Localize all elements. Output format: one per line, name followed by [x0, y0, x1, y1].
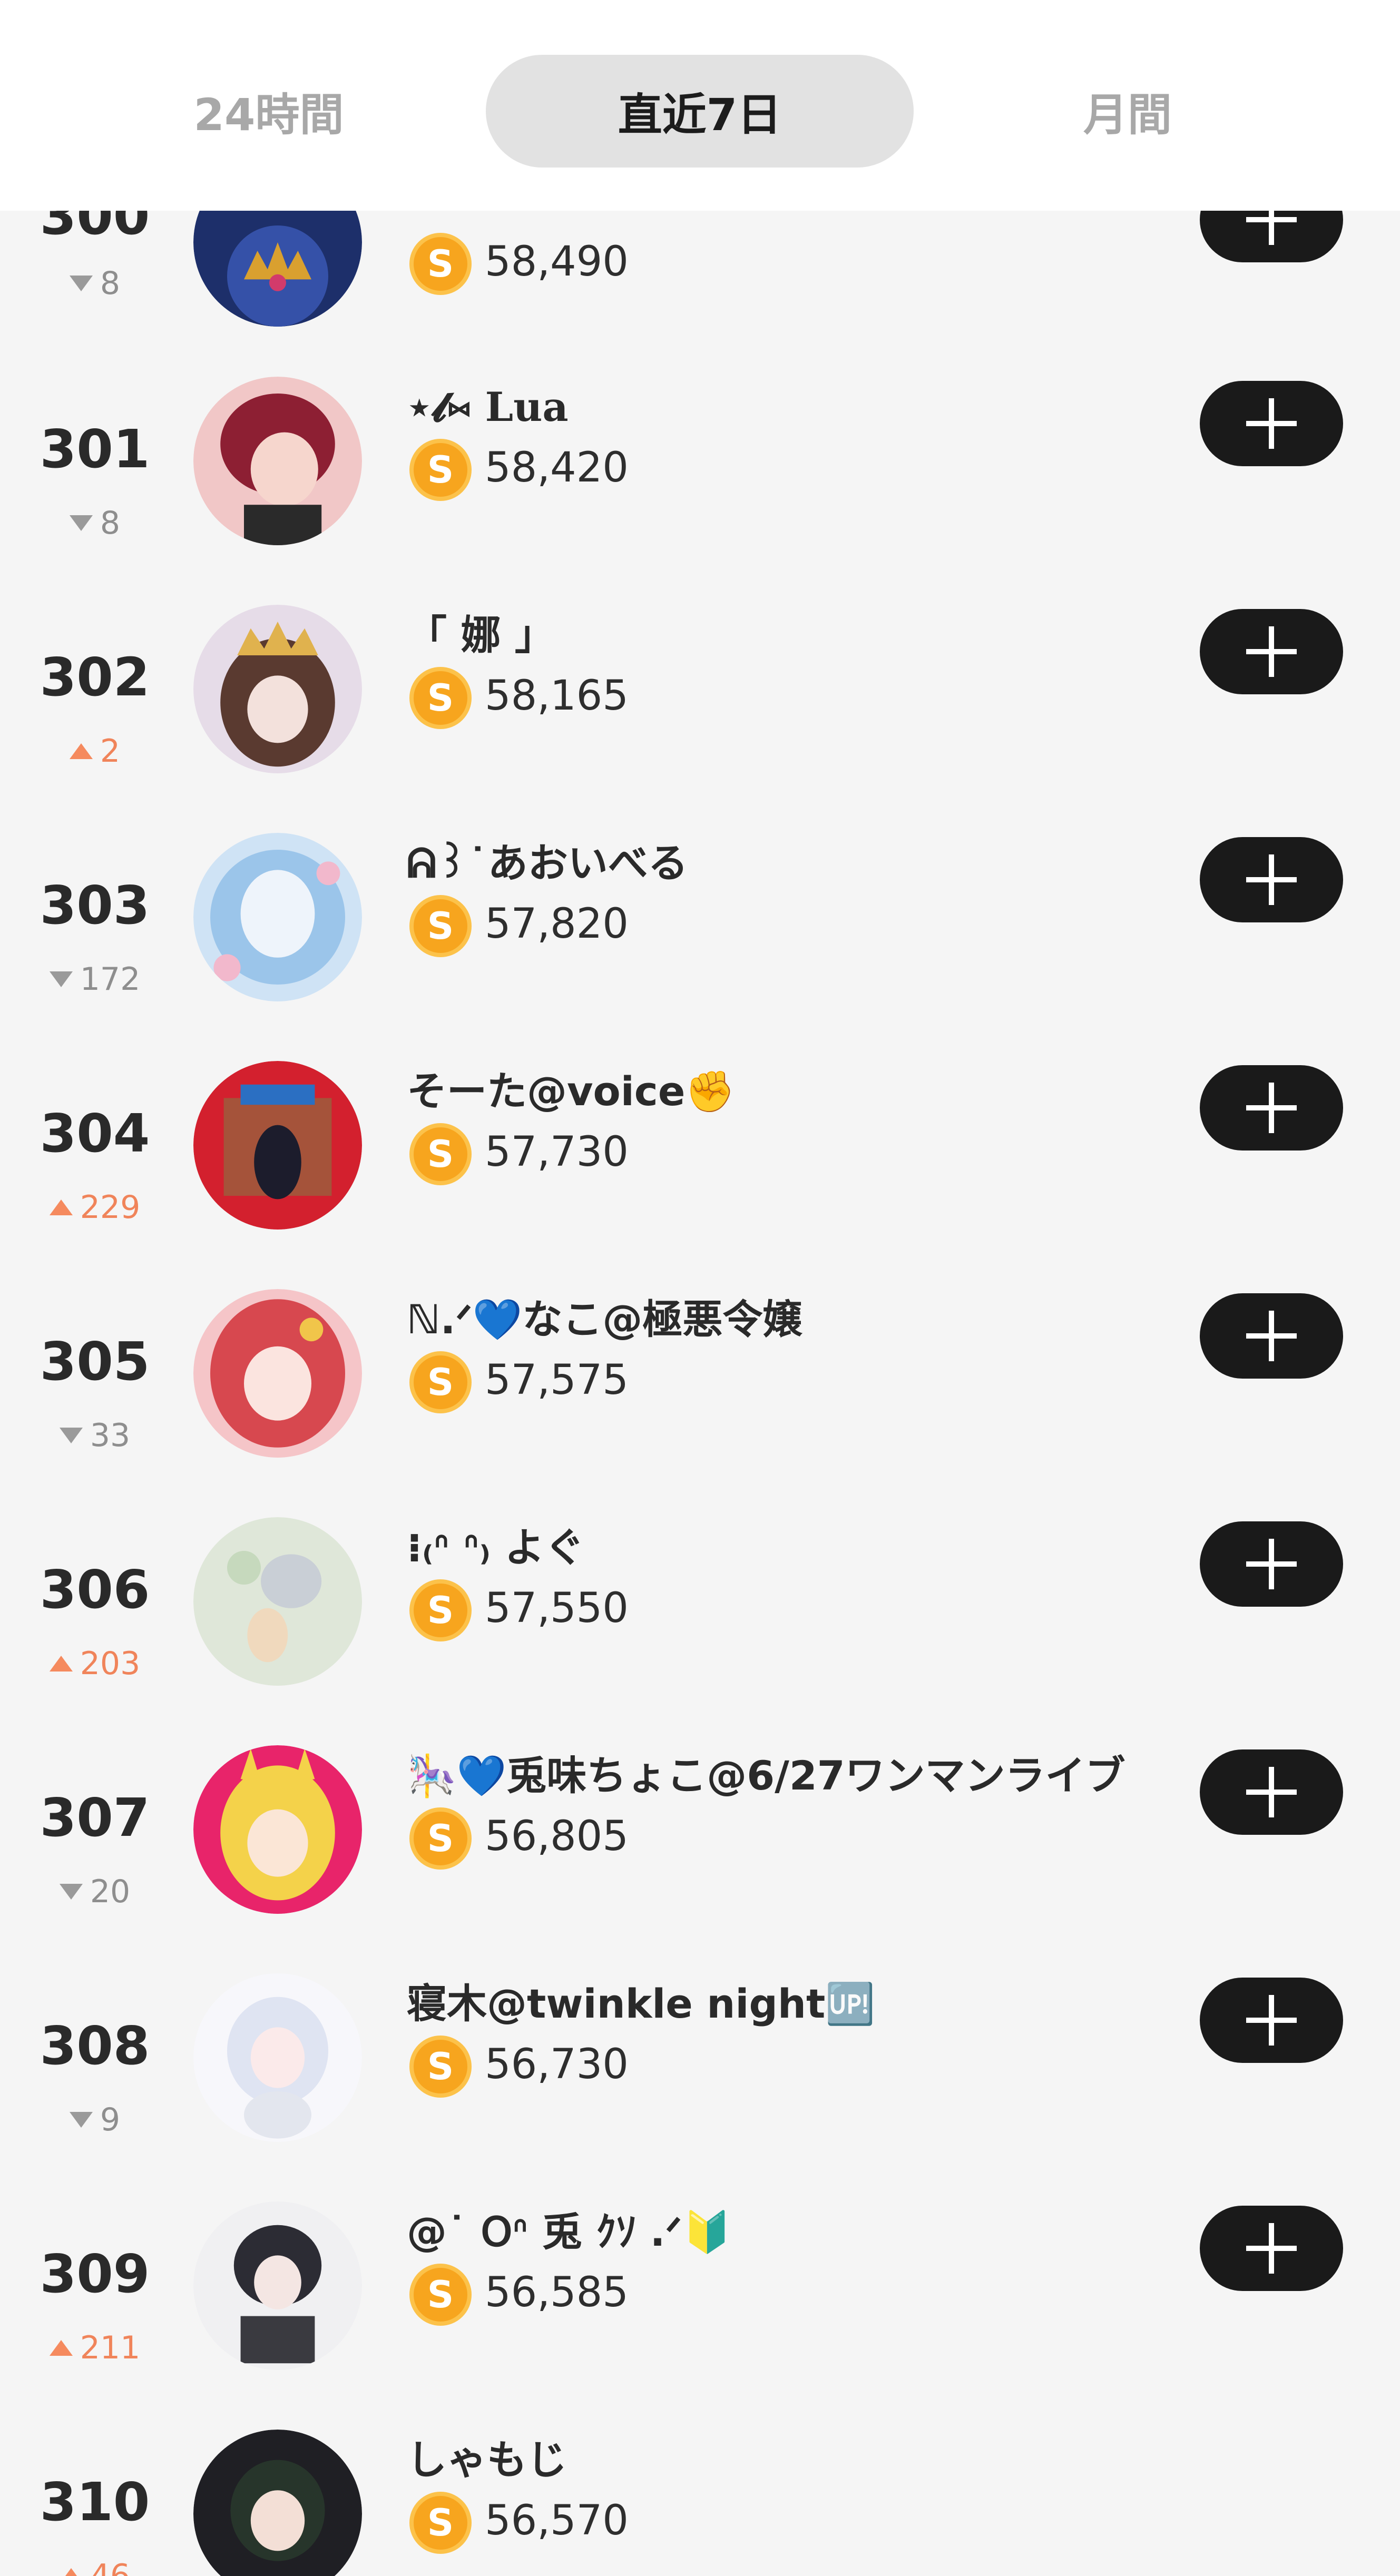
- rank-change-value: 33: [90, 1417, 131, 1454]
- rank-number: 310: [40, 2471, 150, 2533]
- tab-monthly[interactable]: 月間: [991, 55, 1265, 168]
- score: 57,820: [485, 900, 629, 948]
- rank-up-icon: [49, 2340, 73, 2356]
- rank-down-icon: [59, 1428, 83, 1443]
- coin-icon: S: [409, 2036, 472, 2098]
- rank-change: 2: [21, 735, 169, 767]
- rank-up-icon: [69, 743, 93, 759]
- rank-change-value: 2: [100, 733, 121, 770]
- rank-change-value: 172: [80, 961, 141, 998]
- rank-number: 307: [40, 1787, 150, 1849]
- rank-change-value: 8: [100, 265, 121, 302]
- rank-down-icon: [69, 515, 93, 531]
- tab-24h[interactable]: 24時間: [132, 55, 406, 168]
- score: 58,490: [485, 238, 629, 286]
- rank-down-icon: [49, 971, 73, 987]
- avatar[interactable]: [193, 1289, 362, 1458]
- rank-change: 33: [21, 1420, 169, 1451]
- user-name: @˙ 𝖮ᐢ 兎 ｸｿ .ᐟ🔰: [407, 2208, 732, 2255]
- avatar[interactable]: [193, 1061, 362, 1230]
- follow-button[interactable]: [1200, 1293, 1343, 1379]
- follow-button[interactable]: [1200, 1521, 1343, 1607]
- user-name: そーた@voice✊: [407, 1068, 736, 1115]
- rank-number: 309: [40, 2243, 150, 2305]
- list-item[interactable]: 310 46 しゃもじ S 56,570: [0, 2430, 1400, 2576]
- user-name: ℕ.ᐟ💙なこ@極悪令嬢: [407, 1296, 803, 1343]
- rank-number: 305: [40, 1331, 150, 1392]
- rank-number: 303: [40, 874, 150, 936]
- rank-change-value: 8: [100, 505, 121, 542]
- follow-button[interactable]: [1200, 609, 1343, 694]
- coin-icon: S: [409, 1807, 472, 1870]
- rank-up-icon: [49, 1656, 73, 1672]
- rank-number: 308: [40, 2015, 150, 2077]
- rank-number: 306: [40, 1559, 150, 1620]
- rank-change-value: 211: [80, 2329, 141, 2366]
- score: 57,575: [485, 1356, 629, 1404]
- coin-icon: S: [409, 1123, 472, 1185]
- coin-icon: S: [409, 1579, 472, 1641]
- rank-change-value: 46: [90, 2558, 131, 2576]
- rank-change-value: 229: [80, 1189, 141, 1226]
- follow-button[interactable]: [1200, 1749, 1343, 1835]
- coin-icon: S: [409, 667, 472, 729]
- user-name: ᕱ꒱˙あおいべる: [407, 840, 688, 887]
- avatar[interactable]: [193, 1973, 362, 2142]
- avatar[interactable]: [193, 833, 362, 1001]
- score: 56,730: [485, 2041, 629, 2088]
- rank-number: 302: [40, 646, 150, 708]
- user-name: 寝木@twinkle night🆙: [407, 1980, 875, 2027]
- rank-change: 211: [21, 2332, 169, 2364]
- ranking-list: 300 8 S 58,490 301 8 ⋆𝓵⑅ Lua S 58,420 30…: [0, 0, 1400, 2576]
- rank-change-value: 9: [100, 2101, 121, 2138]
- follow-button[interactable]: [1200, 837, 1343, 922]
- avatar[interactable]: [193, 377, 362, 545]
- score: 57,550: [485, 1585, 629, 1632]
- rank-down-icon: [69, 276, 93, 291]
- coin-icon: S: [409, 1351, 472, 1413]
- avatar[interactable]: [193, 1745, 362, 1914]
- score: 56,805: [485, 1813, 629, 1860]
- rank-number: 304: [40, 1103, 150, 1164]
- coin-icon: S: [409, 233, 472, 295]
- rank-down-icon: [59, 1884, 83, 1900]
- rank-number: 301: [40, 418, 150, 480]
- score: 58,165: [485, 672, 629, 720]
- score: 57,730: [485, 1128, 629, 1176]
- avatar[interactable]: [193, 1517, 362, 1686]
- user-name: ⁝₍ᐢ ᐢ₎ よぐ: [407, 1524, 585, 1571]
- rank-change: 229: [21, 1192, 169, 1223]
- coin-icon: S: [409, 2264, 472, 2326]
- coin-icon: S: [409, 2492, 472, 2554]
- rank-change: 8: [21, 268, 169, 299]
- period-tab-bar: 24時間 直近7日 月間: [0, 0, 1400, 211]
- rank-up-icon: [49, 1199, 73, 1215]
- rank-change-value: 20: [90, 1873, 131, 1910]
- follow-button[interactable]: [1200, 2206, 1343, 2291]
- rank-change: 8: [21, 507, 169, 539]
- score: 56,585: [485, 2269, 629, 2316]
- follow-button[interactable]: [1200, 1978, 1343, 2063]
- follow-button[interactable]: [1200, 1065, 1343, 1151]
- rank-down-icon: [69, 2112, 93, 2128]
- rank-change: 20: [21, 1876, 169, 1908]
- rank-up-icon: [59, 2568, 83, 2576]
- avatar[interactable]: [193, 605, 362, 773]
- coin-icon: S: [409, 439, 472, 501]
- rank-change: 46: [21, 2560, 169, 2576]
- rank-change: 172: [21, 963, 169, 995]
- score: 56,570: [485, 2497, 629, 2544]
- user-name: しゃもじ: [407, 2436, 567, 2483]
- rank-change-value: 203: [80, 1645, 141, 1682]
- user-name: 🎠💙兎味ちょこ@6/27ワンマンライブ: [407, 1752, 1125, 1799]
- rank-change: 203: [21, 1648, 169, 1679]
- tab-last-7-days[interactable]: 直近7日: [486, 55, 914, 168]
- coin-icon: S: [409, 895, 472, 957]
- follow-button[interactable]: [1200, 381, 1343, 466]
- rank-change: 9: [21, 2104, 169, 2136]
- avatar[interactable]: [193, 2201, 362, 2370]
- user-name: ⋆𝓵⑅ Lua: [407, 384, 569, 430]
- score: 58,420: [485, 444, 629, 491]
- user-name: 「 娜 」: [407, 612, 555, 658]
